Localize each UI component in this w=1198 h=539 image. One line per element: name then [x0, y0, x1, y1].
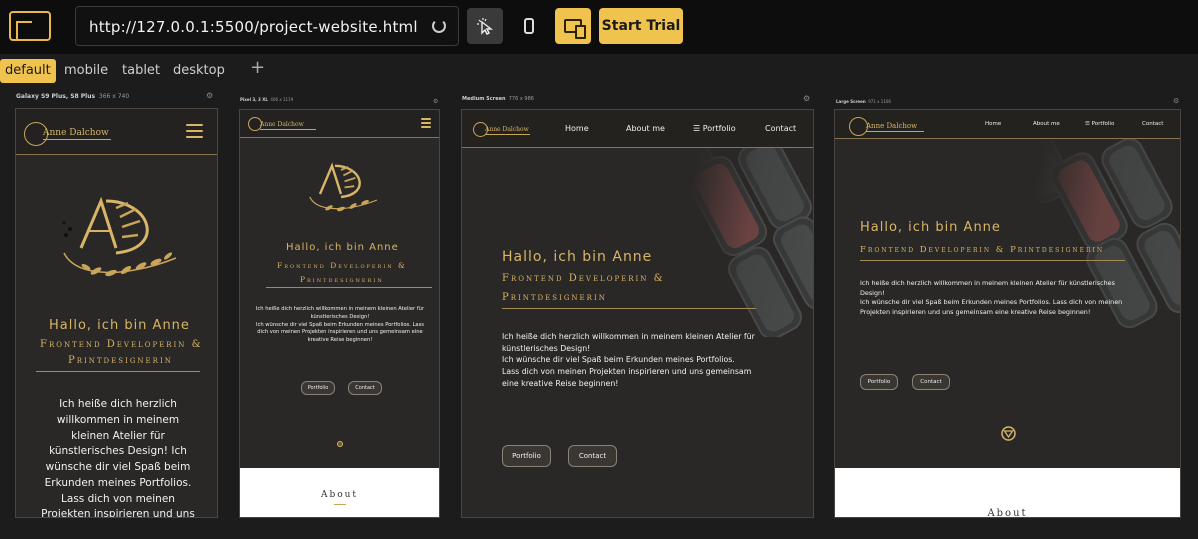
hero-role-line1: Frontend Developerin &	[40, 339, 203, 350]
inspect-cursor-button[interactable]	[467, 8, 503, 44]
top-toolbar: http://127.0.0.1:5500/project-website.ht…	[0, 0, 1198, 54]
brand-underline	[866, 131, 924, 132]
hero-role-line2: Printdesignerin	[300, 275, 384, 284]
about-heading: About	[987, 508, 1028, 518]
nav-contact-link[interactable]: Contact	[765, 124, 796, 133]
device-label-large: Large Screen 971 x 1166	[836, 99, 891, 104]
add-tab-button[interactable]: +	[250, 57, 265, 78]
portfolio-button[interactable]: Portfolio	[860, 374, 898, 390]
settings-gear-icon[interactable]: ⚙	[1173, 97, 1179, 105]
app-logo-icon[interactable]	[9, 11, 51, 41]
device-frame-large: Anne Dalchow Home About me ☰ Portfolio C…	[834, 109, 1181, 518]
device-frame-pixel: Anne Dalchow Hallo, ich bin Anne Fronten…	[239, 109, 440, 518]
reload-icon[interactable]	[432, 19, 446, 33]
nav-about-link[interactable]: About me	[626, 124, 665, 133]
nav-about-link[interactable]: About me	[1033, 121, 1060, 127]
view-tabs: default mobile tablet desktop +	[0, 57, 1198, 85]
portfolio-button[interactable]: Portfolio	[301, 381, 335, 395]
url-input[interactable]: http://127.0.0.1:5500/project-website.ht…	[89, 18, 418, 36]
scroll-down-icon[interactable]	[1001, 426, 1016, 441]
device-name: Large Screen	[836, 99, 866, 104]
contact-button[interactable]: Contact	[568, 445, 617, 467]
device-label-galaxy: Galaxy S9 Plus, S8 Plus 366 x 740	[16, 93, 129, 100]
hero-intro-text: Ich heiße dich herzlich willkommen in me…	[502, 332, 755, 388]
device-frame-medium: Anne Dalchow Home About me ☰ Portfolio C…	[461, 109, 814, 518]
device-label-pixel: Pixel 3, 3 XL 406 x 1119	[240, 97, 293, 102]
brand-underline	[260, 129, 316, 130]
scroll-down-icon[interactable]	[337, 441, 343, 447]
hero-intro-text: Ich heiße dich herzlich willkommen in me…	[41, 398, 195, 518]
device-name: Galaxy S9 Plus, S8 Plus	[16, 93, 96, 100]
device-name: Pixel 3, 3 XL	[240, 97, 268, 102]
device-size: 406 x 1119	[270, 97, 294, 102]
device-size: 776 x 986	[508, 96, 534, 102]
settings-gear-icon[interactable]: ⚙	[803, 94, 810, 103]
contact-button[interactable]: Contact	[348, 381, 382, 395]
site-navbar: Anne Dalchow	[16, 109, 217, 155]
url-bar[interactable]: http://127.0.0.1:5500/project-website.ht…	[75, 6, 459, 46]
about-heading: About	[320, 490, 359, 500]
hero-role-line1: Frontend Developerin &	[502, 273, 665, 284]
brand-name[interactable]: Anne Dalchow	[866, 122, 917, 130]
hero-greeting: Hallo, ich bin Anne	[49, 318, 190, 333]
hero-role-full: Frontend Developerin & Printdesignerin	[860, 245, 1105, 255]
hero-divider	[502, 308, 756, 309]
site-navbar: Anne Dalchow Home About me ☰ Portfolio C…	[835, 110, 1180, 139]
tab-mobile[interactable]: mobile	[59, 59, 113, 83]
phone-icon	[524, 18, 534, 34]
about-section: About	[240, 468, 439, 517]
multi-device-button[interactable]	[555, 8, 591, 44]
about-underline	[334, 504, 346, 505]
hero-divider	[36, 371, 200, 372]
hero-greeting: Hallo, ich bin Anne	[502, 249, 653, 265]
about-section: About	[835, 468, 1180, 518]
device-name: Medium Screen	[462, 96, 506, 102]
hero-greeting: Hallo, ich bin Anne	[286, 242, 399, 253]
tab-default[interactable]: default	[0, 59, 56, 83]
settings-gear-icon[interactable]: ⚙	[433, 98, 438, 105]
hero-intro-text: Ich heiße dich herzlich willkommen in me…	[255, 306, 425, 344]
hamburger-menu-icon[interactable]	[421, 118, 431, 128]
device-toggle-button[interactable]	[511, 8, 547, 44]
brand-name[interactable]: Anne Dalchow	[485, 126, 529, 133]
device-frame-galaxy: Anne Dalchow Hallo, ich bin Anne Fronten…	[15, 108, 218, 518]
nav-contact-link[interactable]: Contact	[1142, 121, 1163, 127]
cursor-click-icon	[477, 18, 494, 35]
devices-icon	[564, 19, 586, 39]
nav-home-link[interactable]: Home	[985, 121, 1001, 127]
device-size: 971 x 1166	[868, 99, 891, 104]
ad-monogram-logo-icon	[309, 162, 378, 212]
hamburger-menu-icon[interactable]	[186, 124, 203, 138]
tab-desktop[interactable]: desktop	[168, 59, 230, 83]
hero-divider	[266, 287, 432, 288]
site-navbar: Anne Dalchow	[240, 110, 439, 138]
hero-divider	[860, 260, 1125, 261]
device-label-medium: Medium Screen 776 x 986	[462, 96, 534, 102]
brand-underline	[485, 134, 530, 135]
brand-underline	[43, 139, 111, 140]
hero-role-line1: Frontend Developerin &	[277, 261, 407, 270]
brand-name[interactable]: Anne Dalchow	[43, 128, 109, 138]
contact-button[interactable]: Contact	[912, 374, 950, 390]
settings-gear-icon[interactable]: ⚙	[206, 91, 213, 100]
nav-home-link[interactable]: Home	[565, 124, 589, 133]
start-trial-button[interactable]: Start Trial	[599, 8, 683, 44]
portfolio-button[interactable]: Portfolio	[502, 445, 551, 467]
brand-name[interactable]: Anne Dalchow	[260, 121, 304, 128]
hero-greeting: Hallo, ich bin Anne	[860, 220, 1001, 235]
tab-tablet[interactable]: tablet	[117, 59, 165, 83]
hero-intro-text: Ich heiße dich herzlich willkommen in me…	[860, 279, 1123, 316]
hero-role-line2: Printdesignerin	[68, 355, 173, 366]
nav-portfolio-link[interactable]: ☰ Portfolio	[693, 124, 736, 133]
site-navbar: Anne Dalchow Home About me ☰ Portfolio C…	[462, 110, 813, 148]
hero-role-line2: Printdesignerin	[502, 292, 607, 303]
device-size: 366 x 740	[98, 93, 130, 100]
ad-monogram-logo-icon	[62, 196, 177, 277]
nav-portfolio-link[interactable]: ☰ Portfolio	[1085, 121, 1114, 127]
